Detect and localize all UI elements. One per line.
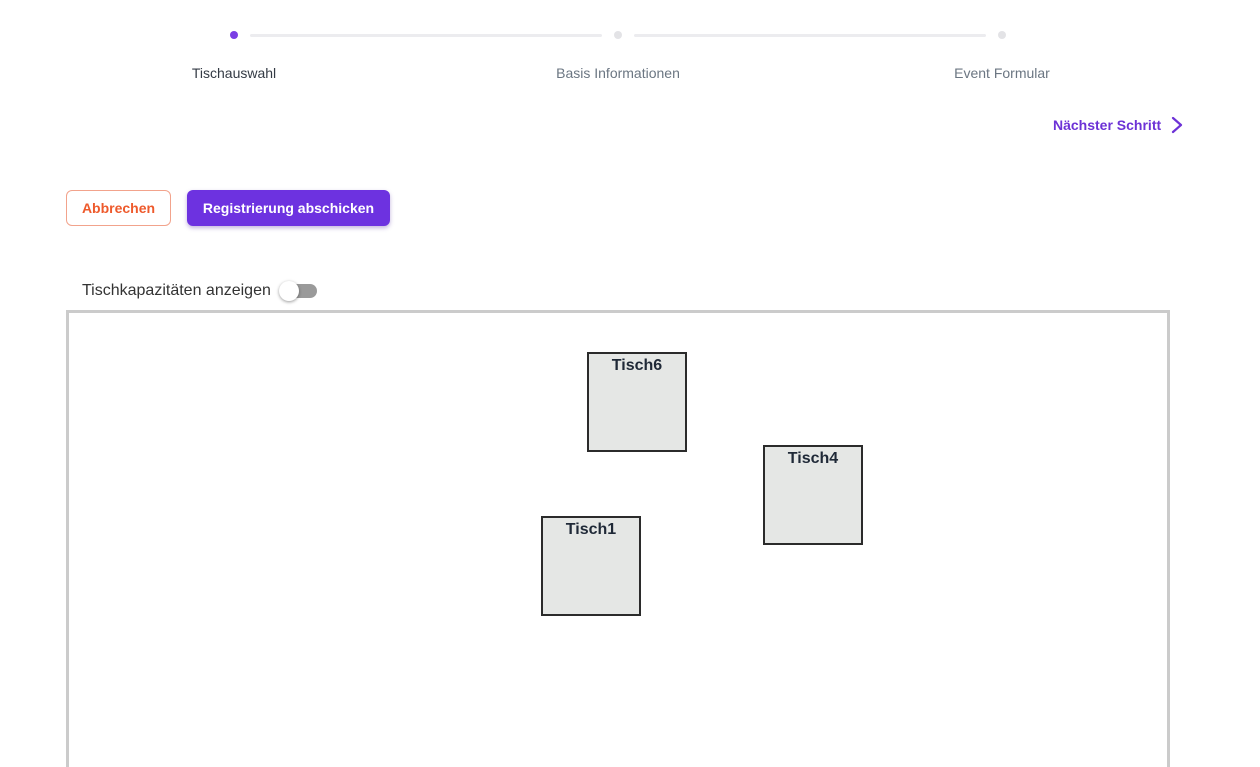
table-name: Tisch6 [611, 357, 663, 374]
toggle-knob [279, 281, 299, 301]
capacity-toggle[interactable] [279, 281, 317, 301]
submit-registration-button[interactable]: Registrierung abschicken [187, 190, 390, 226]
table-tisch6[interactable]: Tisch6 [587, 352, 687, 452]
table-name: Tisch4 [787, 450, 839, 467]
next-step-label: Nächster Schritt [1053, 117, 1162, 133]
step-dot-basis-informationen[interactable] [614, 31, 622, 39]
table-tisch4[interactable]: Tisch4 [763, 445, 863, 545]
registration-page: Tischauswahl Basis Informationen Event F… [0, 0, 1260, 767]
table-tisch1[interactable]: Tisch1 [541, 516, 641, 616]
step-connector [250, 34, 602, 37]
cancel-button[interactable]: Abbrechen [66, 190, 171, 226]
table-name: Tisch1 [565, 521, 617, 538]
capacity-toggle-label: Tischkapazitäten anzeigen [82, 282, 271, 299]
next-step-button[interactable]: Nächster Schritt [1053, 116, 1183, 134]
step-label-event-formular[interactable]: Event Formular [954, 65, 1050, 81]
step-dot-event-formular[interactable] [998, 31, 1006, 39]
chevron-right-icon [1172, 116, 1183, 134]
floor-plan-canvas: Tisch6 Tisch4 Tisch1 [66, 310, 1170, 767]
step-connector [634, 34, 986, 37]
step-dot-tischauswahl[interactable] [230, 31, 238, 39]
step-label-basis-informationen[interactable]: Basis Informationen [556, 65, 680, 81]
step-label-tischauswahl[interactable]: Tischauswahl [192, 65, 276, 81]
